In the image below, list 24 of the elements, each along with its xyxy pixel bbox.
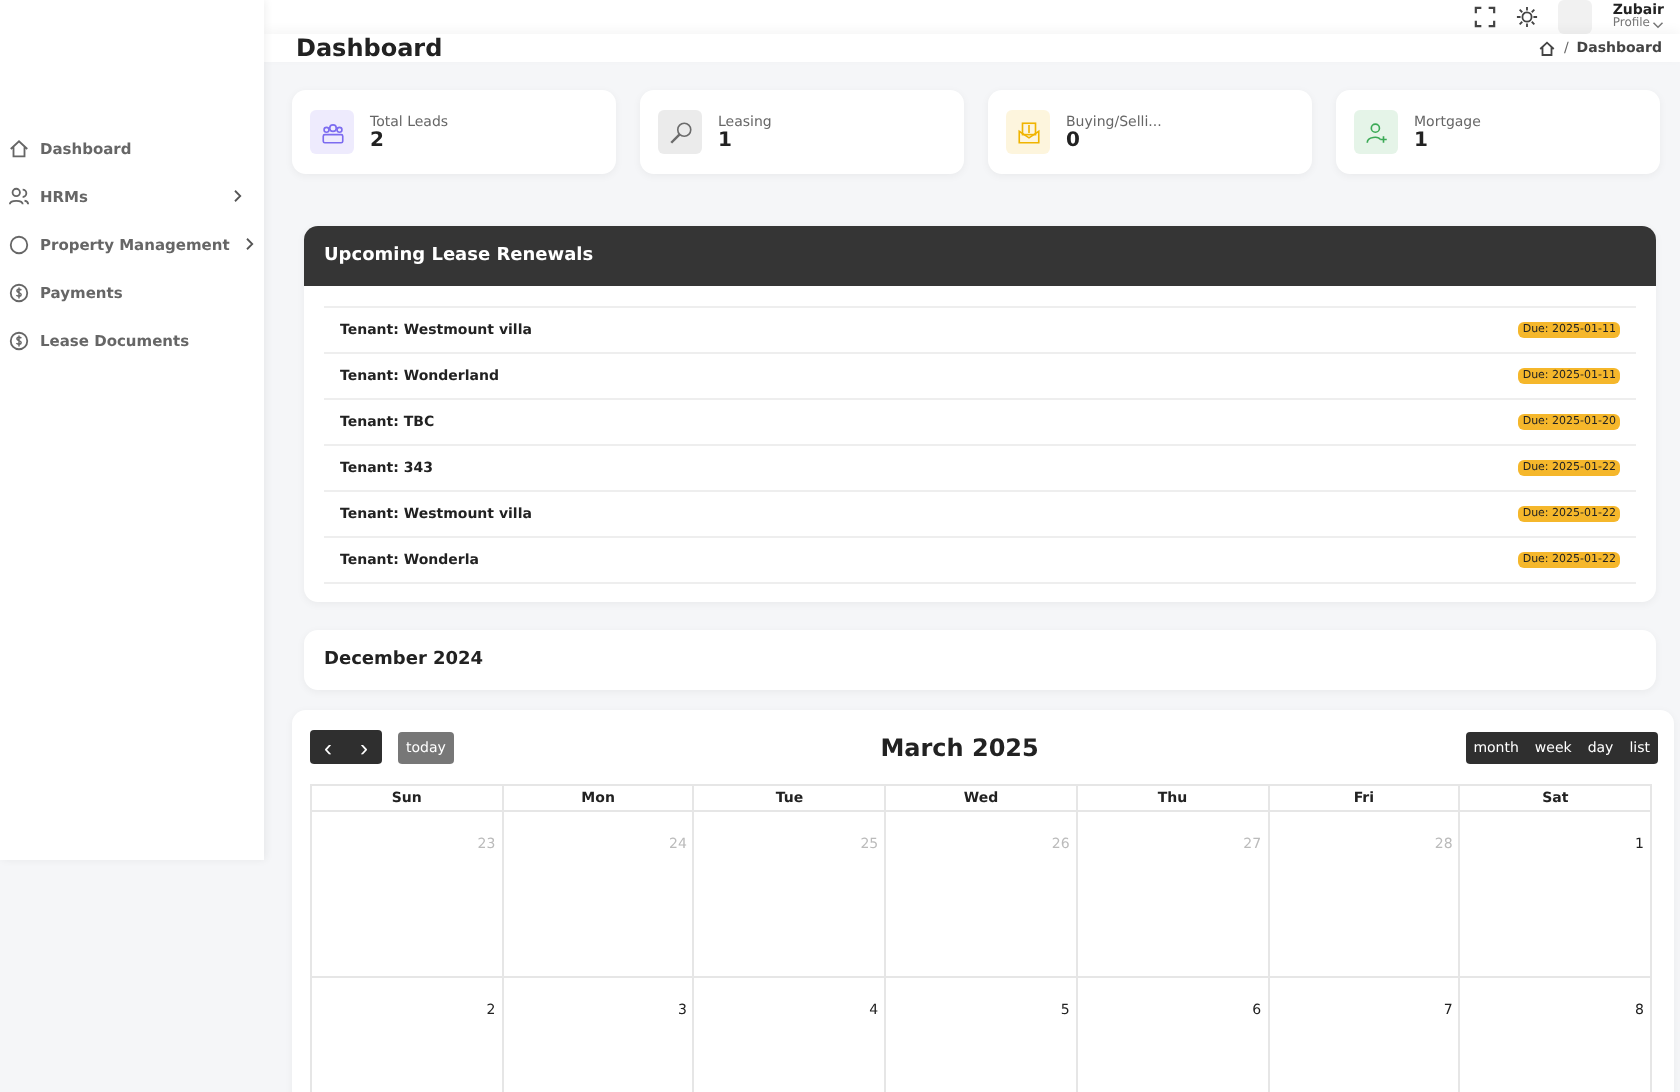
coin-icon bbox=[8, 281, 30, 303]
users-icon bbox=[8, 185, 30, 207]
card-title: December 2024 bbox=[324, 650, 484, 670]
chevron-down-icon bbox=[1652, 20, 1664, 31]
home-icon[interactable] bbox=[1537, 39, 1556, 57]
home-icon bbox=[8, 137, 30, 159]
stat-value: 2 bbox=[370, 129, 386, 151]
chevron-right-icon bbox=[243, 236, 256, 252]
stat-value: 1 bbox=[1414, 129, 1430, 151]
coin-icon bbox=[8, 329, 30, 351]
card-title: Upcoming Lease Renewals bbox=[324, 246, 594, 266]
chevron-right-icon bbox=[232, 188, 244, 204]
user-plus-icon bbox=[1363, 119, 1389, 145]
fullscreen-icon[interactable] bbox=[1474, 6, 1497, 28]
next-button[interactable]: › bbox=[346, 730, 382, 764]
page-title: Dashboard bbox=[296, 34, 443, 62]
stat-value: 0 bbox=[1066, 129, 1082, 151]
circle-icon bbox=[8, 233, 30, 255]
calendar-title: March 2025 bbox=[878, 733, 1041, 761]
stat-value: 1 bbox=[718, 129, 734, 151]
envelope-icon bbox=[1015, 119, 1041, 145]
previous-button[interactable]: ‹ bbox=[310, 730, 346, 764]
sun-icon[interactable] bbox=[1516, 6, 1539, 28]
group-icon bbox=[319, 119, 345, 145]
